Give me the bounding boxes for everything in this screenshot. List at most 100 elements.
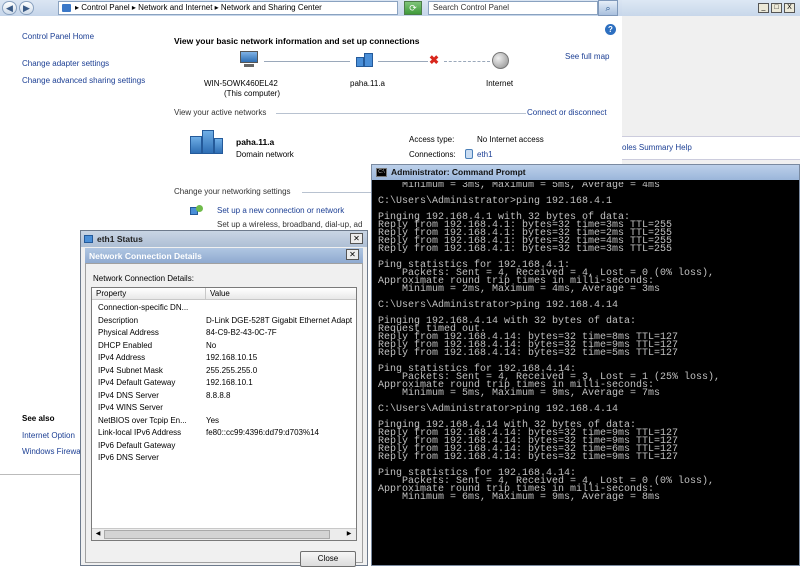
page-title: View your basic network information and … bbox=[174, 36, 420, 46]
table-row[interactable]: NetBIOS over Tcpip En... Yes bbox=[92, 415, 356, 427]
help-icon[interactable]: ? bbox=[605, 24, 616, 35]
table-row[interactable]: Link-local IPv6 Address fe80::cc99:4396:d… bbox=[92, 427, 356, 439]
map-broken-line bbox=[444, 61, 490, 62]
property-cell: Description bbox=[98, 315, 139, 325]
cmd-line: Reply from 192.168.4.14: bytes=32 time=5… bbox=[378, 348, 679, 359]
close-button[interactable]: Close bbox=[300, 551, 356, 567]
value-cell: Yes bbox=[206, 415, 220, 425]
table-row[interactable]: Physical Address 84-C9-B2-43-0C-7F bbox=[92, 327, 356, 339]
roles-summary-help-link[interactable]: oles Summary Help bbox=[622, 143, 692, 152]
value-cell: D-Link DGE-528T Gigabit Ethernet Adapt bbox=[206, 315, 353, 325]
back-button[interactable]: ◀ bbox=[2, 1, 17, 15]
property-cell: DHCP Enabled bbox=[98, 340, 153, 350]
active-network-type[interactable]: Domain network bbox=[236, 150, 294, 159]
access-type-label: Access type: bbox=[409, 135, 455, 144]
table-row[interactable]: IPv6 DNS Server bbox=[92, 452, 356, 464]
refresh-button[interactable]: ⟳ bbox=[404, 1, 422, 15]
details-titlebar[interactable]: Network Connection Details ✕ bbox=[85, 248, 363, 263]
property-cell: NetBIOS over Tcpip En... bbox=[98, 415, 187, 425]
breadcrumb[interactable]: ▸ Control Panel ▸ Network and Internet ▸… bbox=[58, 1, 398, 15]
property-cell: IPv4 WINS Server bbox=[98, 403, 163, 412]
change-adapter-settings-link[interactable]: Change adapter settings bbox=[22, 59, 109, 68]
map-network-name: paha.11.a bbox=[350, 79, 385, 88]
divider bbox=[276, 113, 526, 114]
cmd-line: Minimum = 3ms, Maximum = 5ms, Average = … bbox=[378, 182, 661, 191]
active-network-name: paha.11.a bbox=[236, 137, 275, 147]
cmd-line: Minimum = 6ms, Maximum = 9ms, Average = … bbox=[378, 492, 661, 503]
scroll-right-arrow-icon[interactable]: ▶ bbox=[344, 530, 354, 539]
cmd-line: Minimum = 5ms, Maximum = 9ms, Average = … bbox=[378, 388, 661, 399]
cmd-output[interactable]: Minimum = 3ms, Maximum = 5ms, Average = … bbox=[378, 182, 798, 567]
connect-disconnect-link[interactable]: Connect or disconnect bbox=[527, 108, 607, 117]
close-button[interactable]: X bbox=[784, 3, 795, 13]
windows-firewall-link[interactable]: Windows Firewa bbox=[22, 447, 81, 456]
cmd-line: C:\Users\Administrator>ping 192.168.4.1 bbox=[378, 196, 613, 207]
table-row[interactable]: Connection-specific DN... bbox=[92, 302, 356, 314]
table-row[interactable]: IPv4 Default Gateway 192.168.10.1 bbox=[92, 377, 356, 389]
setup-connection-link[interactable]: Set up a new connection or network bbox=[217, 206, 344, 215]
computer-sub: (This computer) bbox=[224, 89, 281, 98]
active-networks-label: View your active networks bbox=[174, 108, 267, 117]
background-window-panel: oles Summary Help bbox=[622, 136, 800, 160]
table-row[interactable]: DHCP Enabled No bbox=[92, 340, 356, 352]
control-panel-icon bbox=[62, 4, 71, 12]
minimize-button[interactable]: _ bbox=[758, 3, 769, 13]
background-window-titlebar: _ □ X bbox=[622, 0, 800, 16]
breadcrumb-text: ▸ Control Panel ▸ Network and Internet ▸… bbox=[75, 3, 322, 12]
property-cell: IPv6 Default Gateway bbox=[98, 440, 176, 450]
details-group-label: Network Connection Details: bbox=[93, 274, 194, 283]
table-row[interactable]: IPv4 WINS Server bbox=[92, 402, 356, 414]
forward-button[interactable]: ▶ bbox=[19, 1, 34, 15]
internet-options-link[interactable]: Internet Option bbox=[22, 431, 75, 440]
property-cell: IPv4 Subnet Mask bbox=[98, 365, 163, 375]
scroll-thumb[interactable] bbox=[104, 530, 330, 539]
divider bbox=[302, 192, 372, 193]
value-cell: No bbox=[206, 340, 217, 350]
cmd-line: Reply from 192.168.4.1: bytes=32 time=3m… bbox=[378, 244, 673, 255]
table-row[interactable]: IPv4 DNS Server 8.8.8.8 bbox=[92, 390, 356, 402]
change-advanced-sharing-link[interactable]: Change advanced sharing settings bbox=[22, 76, 145, 85]
table-row[interactable]: Description D-Link DGE-528T Gigabit Ether… bbox=[92, 315, 356, 327]
details-list[interactable]: Property Value Connection-specific DN...… bbox=[91, 287, 357, 541]
eth1-connection-link[interactable]: eth1 bbox=[477, 150, 493, 159]
horizontal-scrollbar[interactable]: ◀ ▶ bbox=[92, 528, 356, 540]
cmd-titlebar[interactable]: C:\ Administrator: Command Prompt bbox=[372, 165, 799, 180]
search-input[interactable]: Search Control Panel bbox=[428, 1, 598, 15]
value-cell: 192.168.10.15 bbox=[206, 353, 258, 362]
value-cell: 8.8.8.8 bbox=[206, 390, 231, 400]
change-settings-label: Change your networking settings bbox=[174, 187, 291, 196]
maximize-button[interactable]: □ bbox=[771, 3, 782, 13]
see-full-map-link[interactable]: See full map bbox=[565, 52, 609, 61]
dialog-titlebar[interactable]: eth1 Status ✕ bbox=[81, 231, 367, 247]
property-cell: IPv6 DNS Server bbox=[98, 453, 159, 462]
table-row[interactable]: IPv4 Address 192.168.10.15 bbox=[92, 352, 356, 364]
connections-label: Connections: bbox=[409, 150, 456, 159]
map-internet-label: Internet bbox=[486, 79, 514, 88]
cmd-line: Reply from 192.168.4.14: bytes=32 time=9… bbox=[378, 452, 679, 463]
no-connection-x-icon: ✖ bbox=[429, 53, 440, 67]
internet-globe-icon bbox=[492, 52, 509, 69]
cmd-line: C:\Users\Administrator>ping 192.168.4.14 bbox=[378, 404, 619, 415]
access-type-value: No Internet access bbox=[477, 135, 544, 144]
details-close-x-button[interactable]: ✕ bbox=[346, 249, 359, 260]
dialog-close-x-button[interactable]: ✕ bbox=[350, 233, 363, 244]
scroll-left-arrow-icon[interactable]: ◀ bbox=[93, 530, 103, 539]
map-link-line bbox=[378, 61, 428, 62]
domain-network-icon bbox=[190, 128, 224, 158]
column-header-value[interactable]: Value bbox=[206, 288, 356, 300]
column-header-property[interactable]: Property bbox=[92, 288, 206, 300]
eth1-status-dialog: eth1 Status ✕ Network Connection Details… bbox=[80, 230, 368, 566]
value-cell: fe80::cc99:4396:dd79:d703%14 bbox=[206, 428, 319, 437]
table-row[interactable]: IPv6 Default Gateway bbox=[92, 440, 356, 452]
table-row[interactable]: IPv4 Subnet Mask 255.255.255.0 bbox=[92, 365, 356, 377]
value-cell: 255.255.255.0 bbox=[206, 365, 258, 375]
cmd-title: Administrator: Command Prompt bbox=[391, 167, 526, 177]
ethernet-icon bbox=[465, 149, 473, 159]
map-link-line bbox=[264, 61, 350, 62]
cmd-line: Minimum = 2ms, Maximum = 4ms, Average = … bbox=[378, 284, 661, 295]
network-icon bbox=[356, 53, 374, 69]
cmd-icon: C:\ bbox=[376, 168, 387, 177]
left-panel-scroll-area bbox=[0, 474, 82, 566]
control-panel-home-link[interactable]: Control Panel Home bbox=[22, 32, 94, 41]
search-icon[interactable]: ⌕ bbox=[598, 0, 618, 16]
